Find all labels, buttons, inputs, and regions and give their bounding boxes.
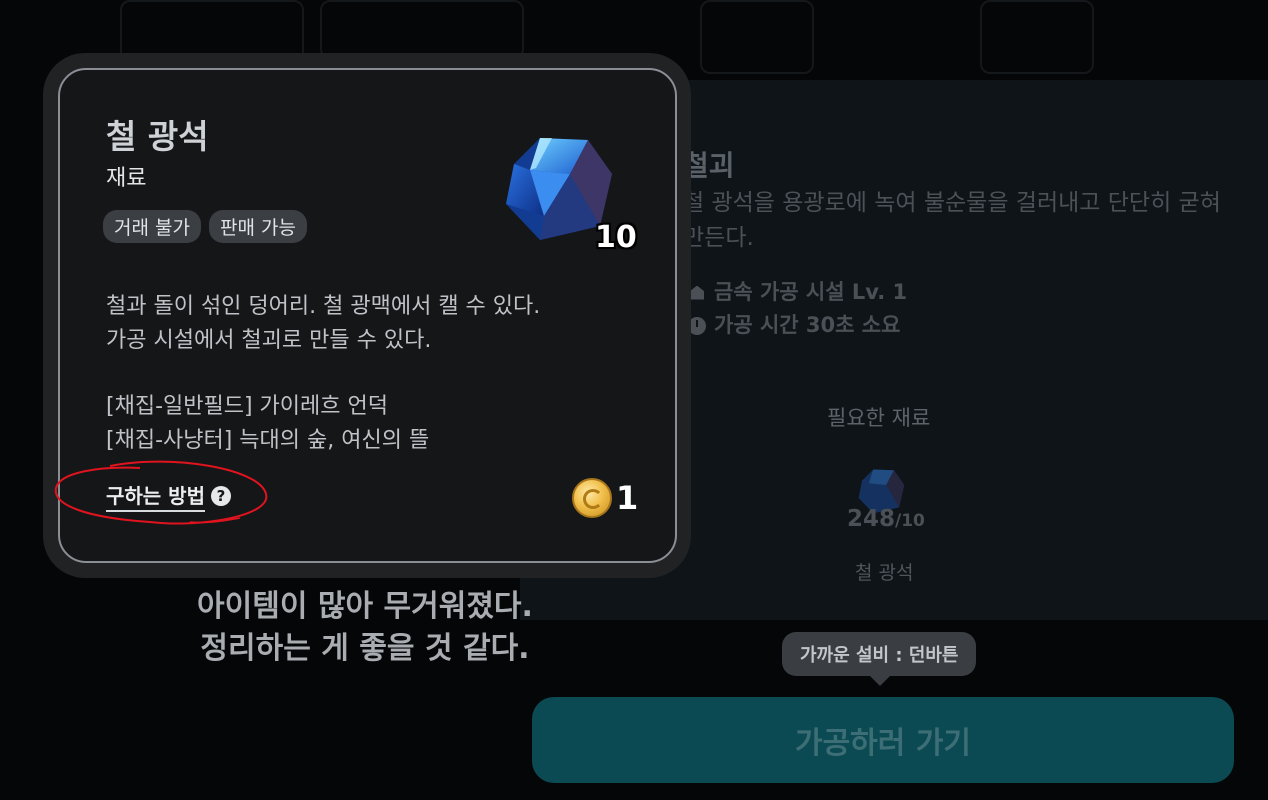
item-name: 철 광석 (106, 117, 209, 156)
how-to-obtain-link[interactable]: 구하는 방법 ? (106, 480, 231, 512)
how-to-obtain-label: 구하는 방법 (106, 480, 205, 512)
source-line: [채집-일반필드] 가이레흐 언덕 (106, 394, 388, 419)
price-value: 1 (616, 479, 639, 517)
go-craft-button[interactable]: 가공하러 가기 (532, 697, 1234, 783)
gold-coin-icon (572, 478, 612, 518)
bg-decoration (320, 0, 524, 59)
overweight-line-2: 정리하는 게 좋을 것 같다. (200, 631, 530, 666)
material-count: 248/10 (847, 506, 925, 532)
item-detail-card: 철 광석 재료 거래 불가 판매 가능 10 철과 돌이 섞인 덩어리. 철 광… (58, 68, 677, 563)
material-slot[interactable]: 248/10 (845, 462, 925, 542)
required-materials-label: 필요한 재료 (827, 406, 931, 430)
bg-decoration (700, 0, 814, 74)
tag-untradable: 거래 불가 (103, 210, 201, 243)
description-line: 가공 시설에서 철괴로 만들 수 있다. (106, 328, 432, 353)
item-quantity: 10 (595, 220, 637, 255)
facility-text: 금속 가공 시설 Lv. 1 (714, 280, 908, 304)
tag-sellable: 판매 가능 (208, 210, 307, 243)
facility-row: 금속 가공 시설 Lv. 1 (688, 276, 907, 309)
craft-description: 철 광석을 용광로에 녹여 불순물을 걸러내고 단단히 굳혀 만든다. (683, 190, 1221, 251)
craft-info: 금속 가공 시설 Lv. 1 가공 시간 30초 소요 (688, 276, 907, 342)
material-name: 철 광석 (855, 562, 914, 584)
help-icon: ? (210, 486, 231, 506)
overweight-message: 아이템이 많아 무거워졌다. 정리하는 게 좋을 것 같다. (160, 586, 570, 670)
time-text: 가공 시간 30초 소요 (714, 313, 901, 337)
item-sources: [채집-일반필드] 가이레흐 언덕 [채집-사냥터] 늑대의 숲, 여신의 뜰 (106, 390, 626, 458)
time-row: 가공 시간 30초 소요 (688, 309, 907, 342)
source-line: [채집-사냥터] 늑대의 숲, 여신의 뜰 (106, 428, 430, 453)
bg-decoration (980, 0, 1094, 74)
item-type: 재료 (106, 166, 147, 191)
sell-price: 1 (572, 478, 638, 518)
overweight-line-1: 아이템이 많아 무거워졌다. (197, 589, 533, 624)
nearest-facility-tooltip: 가까운 설비 : 던바튼 (782, 632, 977, 686)
item-description: 철과 돌이 섞인 덩어리. 철 광맥에서 캘 수 있다. 가공 시설에서 철괴로… (106, 290, 626, 358)
description-line: 철과 돌이 섞인 덩어리. 철 광맥에서 캘 수 있다. (106, 294, 541, 319)
item-tags: 거래 불가 판매 가능 (103, 210, 307, 243)
